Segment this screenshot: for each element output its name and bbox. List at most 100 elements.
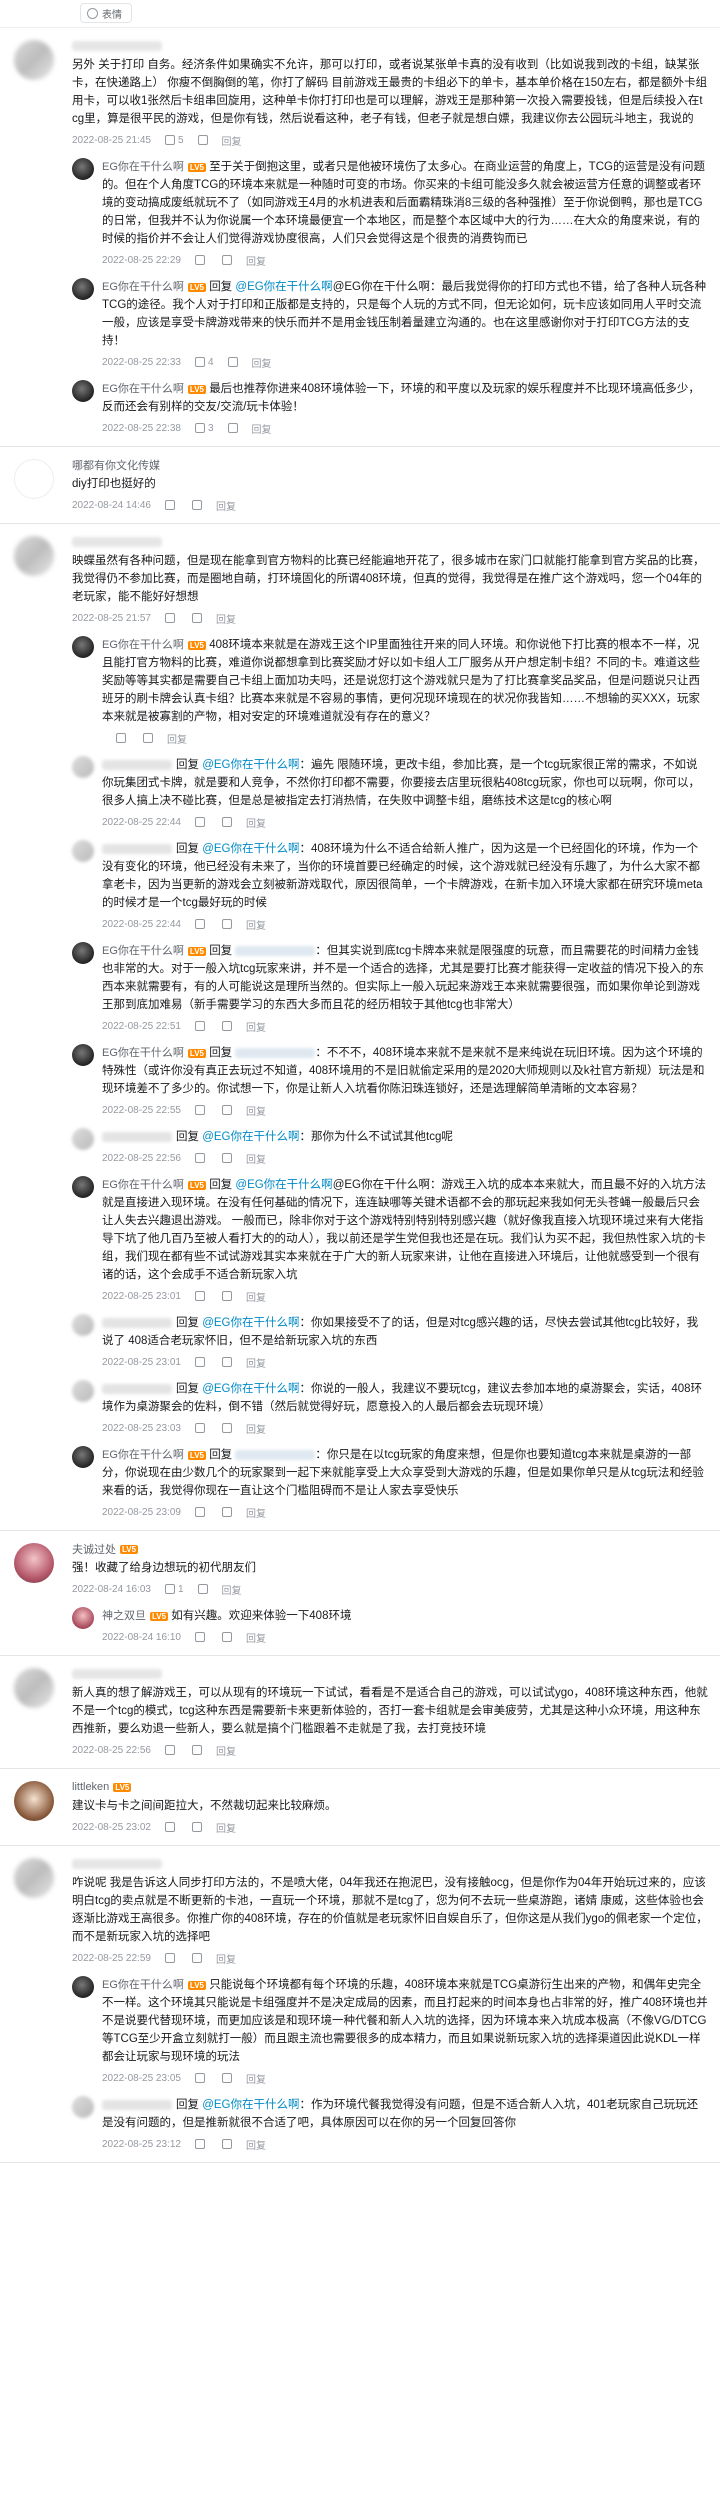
dislike-button[interactable] xyxy=(191,1745,202,1755)
reply-button[interactable]: 回复 xyxy=(246,1505,266,1520)
like-button[interactable] xyxy=(194,1291,208,1301)
avatar[interactable] xyxy=(14,1543,54,1583)
username-text[interactable]: 夫诚过处 xyxy=(72,1541,116,1557)
dislike-button[interactable] xyxy=(221,817,232,827)
reply-button[interactable]: 回复 xyxy=(252,355,272,370)
reply-button[interactable]: 回复 xyxy=(216,1743,236,1758)
dislike-button[interactable] xyxy=(221,2139,232,2149)
reply-button[interactable]: 回复 xyxy=(167,731,187,746)
dislike-button[interactable] xyxy=(191,1822,202,1832)
reply-avatar[interactable] xyxy=(72,756,94,778)
avatar[interactable] xyxy=(14,1858,54,1898)
reply-button[interactable]: 回复 xyxy=(246,815,266,830)
comment-username[interactable]: 哪都有你文化传媒 xyxy=(72,457,708,473)
like-button[interactable] xyxy=(164,1745,178,1755)
reply-button[interactable]: 回复 xyxy=(246,2137,266,2152)
reply-button[interactable]: 回复 xyxy=(216,611,236,626)
reply-avatar[interactable] xyxy=(72,380,94,402)
reply-button[interactable]: 回复 xyxy=(246,1421,266,1436)
reply-avatar[interactable] xyxy=(72,2096,94,2118)
dislike-button[interactable] xyxy=(191,500,202,510)
like-button[interactable] xyxy=(194,817,208,827)
reply-avatar[interactable] xyxy=(72,1176,94,1198)
reply-avatar[interactable] xyxy=(72,158,94,180)
avatar[interactable] xyxy=(14,536,54,576)
reply-avatar[interactable] xyxy=(72,1446,94,1468)
mention-link[interactable]: @EG你在干什么啊 xyxy=(202,1317,299,1329)
like-button[interactable]: 5 xyxy=(164,135,184,146)
like-button[interactable] xyxy=(164,613,178,623)
mention-link[interactable]: @EG你在干什么啊 xyxy=(235,281,332,293)
reply-avatar[interactable] xyxy=(72,1976,94,1998)
like-button[interactable] xyxy=(194,919,208,929)
reply-button[interactable]: 回复 xyxy=(246,1355,266,1370)
dislike-button[interactable] xyxy=(197,135,208,145)
reply-button[interactable]: 回复 xyxy=(246,1019,266,1034)
reply-avatar[interactable] xyxy=(72,1607,94,1629)
dislike-button[interactable] xyxy=(221,919,232,929)
dislike-button[interactable] xyxy=(221,1021,232,1031)
reply-username[interactable]: EG你在干什么啊 xyxy=(102,281,184,293)
reply-username[interactable]: EG你在干什么啊 xyxy=(102,1449,184,1461)
reply-button[interactable]: 回复 xyxy=(246,1289,266,1304)
reply-avatar[interactable] xyxy=(72,278,94,300)
like-button[interactable] xyxy=(194,1105,208,1115)
dislike-button[interactable] xyxy=(221,255,232,265)
reply-button[interactable]: 回复 xyxy=(246,1151,266,1166)
avatar[interactable] xyxy=(14,1781,54,1821)
reply-button[interactable]: 回复 xyxy=(246,1103,266,1118)
reply-username[interactable]: EG你在干什么啊 xyxy=(102,383,184,395)
like-button[interactable] xyxy=(194,2139,208,2149)
dislike-button[interactable] xyxy=(221,1153,232,1163)
mention-link[interactable]: @EG你在干什么啊 xyxy=(235,1179,332,1191)
like-button[interactable] xyxy=(164,1953,178,1963)
reply-button[interactable]: 回复 xyxy=(216,1820,236,1835)
emoji-button[interactable]: 表情 xyxy=(80,3,132,23)
reply-username[interactable]: EG你在干什么啊 xyxy=(102,639,184,651)
like-button[interactable] xyxy=(194,1507,208,1517)
avatar[interactable] xyxy=(14,1668,54,1708)
mention-link[interactable]: @EG你在干什么啊 xyxy=(202,1383,299,1395)
reply-avatar[interactable] xyxy=(72,1380,94,1402)
dislike-button[interactable] xyxy=(221,1507,232,1517)
dislike-button[interactable] xyxy=(143,733,153,743)
like-button[interactable]: 1 xyxy=(164,1584,184,1595)
comment-username[interactable]: littleken LV5 xyxy=(72,1779,708,1795)
reply-button[interactable]: 回复 xyxy=(252,421,272,436)
reply-button[interactable]: 回复 xyxy=(246,917,266,932)
reply-button[interactable]: 回复 xyxy=(216,1951,236,1966)
reply-username[interactable]: EG你在干什么啊 xyxy=(102,945,184,957)
comment-username[interactable] xyxy=(72,1666,708,1682)
like-button[interactable]: 3 xyxy=(194,423,214,434)
like-button[interactable] xyxy=(194,1423,208,1433)
dislike-button[interactable] xyxy=(227,357,238,367)
reply-button[interactable]: 回复 xyxy=(246,2071,266,2086)
like-button[interactable] xyxy=(194,1021,208,1031)
mention-link[interactable]: @EG你在干什么啊 xyxy=(202,2099,299,2111)
reply-username[interactable]: EG你在干什么啊 xyxy=(102,1179,184,1191)
like-button[interactable] xyxy=(116,733,129,743)
dislike-button[interactable] xyxy=(221,1423,232,1433)
like-button[interactable] xyxy=(194,1153,208,1163)
mention-link[interactable]: @EG你在干什么啊 xyxy=(202,843,299,855)
mention-link[interactable]: @EG你在干什么啊 xyxy=(202,759,299,771)
comment-username[interactable] xyxy=(72,534,708,550)
dislike-button[interactable] xyxy=(221,1291,232,1301)
username-text[interactable]: 哪都有你文化传媒 xyxy=(72,457,160,473)
reply-button[interactable]: 回复 xyxy=(222,1582,242,1597)
reply-avatar[interactable] xyxy=(72,840,94,862)
username-text[interactable]: littleken xyxy=(72,1781,109,1793)
comment-username[interactable] xyxy=(72,1856,708,1872)
reply-username[interactable]: EG你在干什么啊 xyxy=(102,1047,184,1059)
reply-button[interactable]: 回复 xyxy=(216,498,236,513)
dislike-button[interactable] xyxy=(227,423,238,433)
reply-avatar[interactable] xyxy=(72,1128,94,1150)
reply-avatar[interactable] xyxy=(72,1044,94,1066)
like-button[interactable] xyxy=(194,1632,208,1642)
reply-avatar[interactable] xyxy=(72,1314,94,1336)
reply-button[interactable]: 回复 xyxy=(246,253,266,268)
avatar[interactable] xyxy=(14,459,54,499)
reply-avatar[interactable] xyxy=(72,636,94,658)
dislike-button[interactable] xyxy=(221,1357,232,1367)
comment-username[interactable] xyxy=(72,38,708,54)
